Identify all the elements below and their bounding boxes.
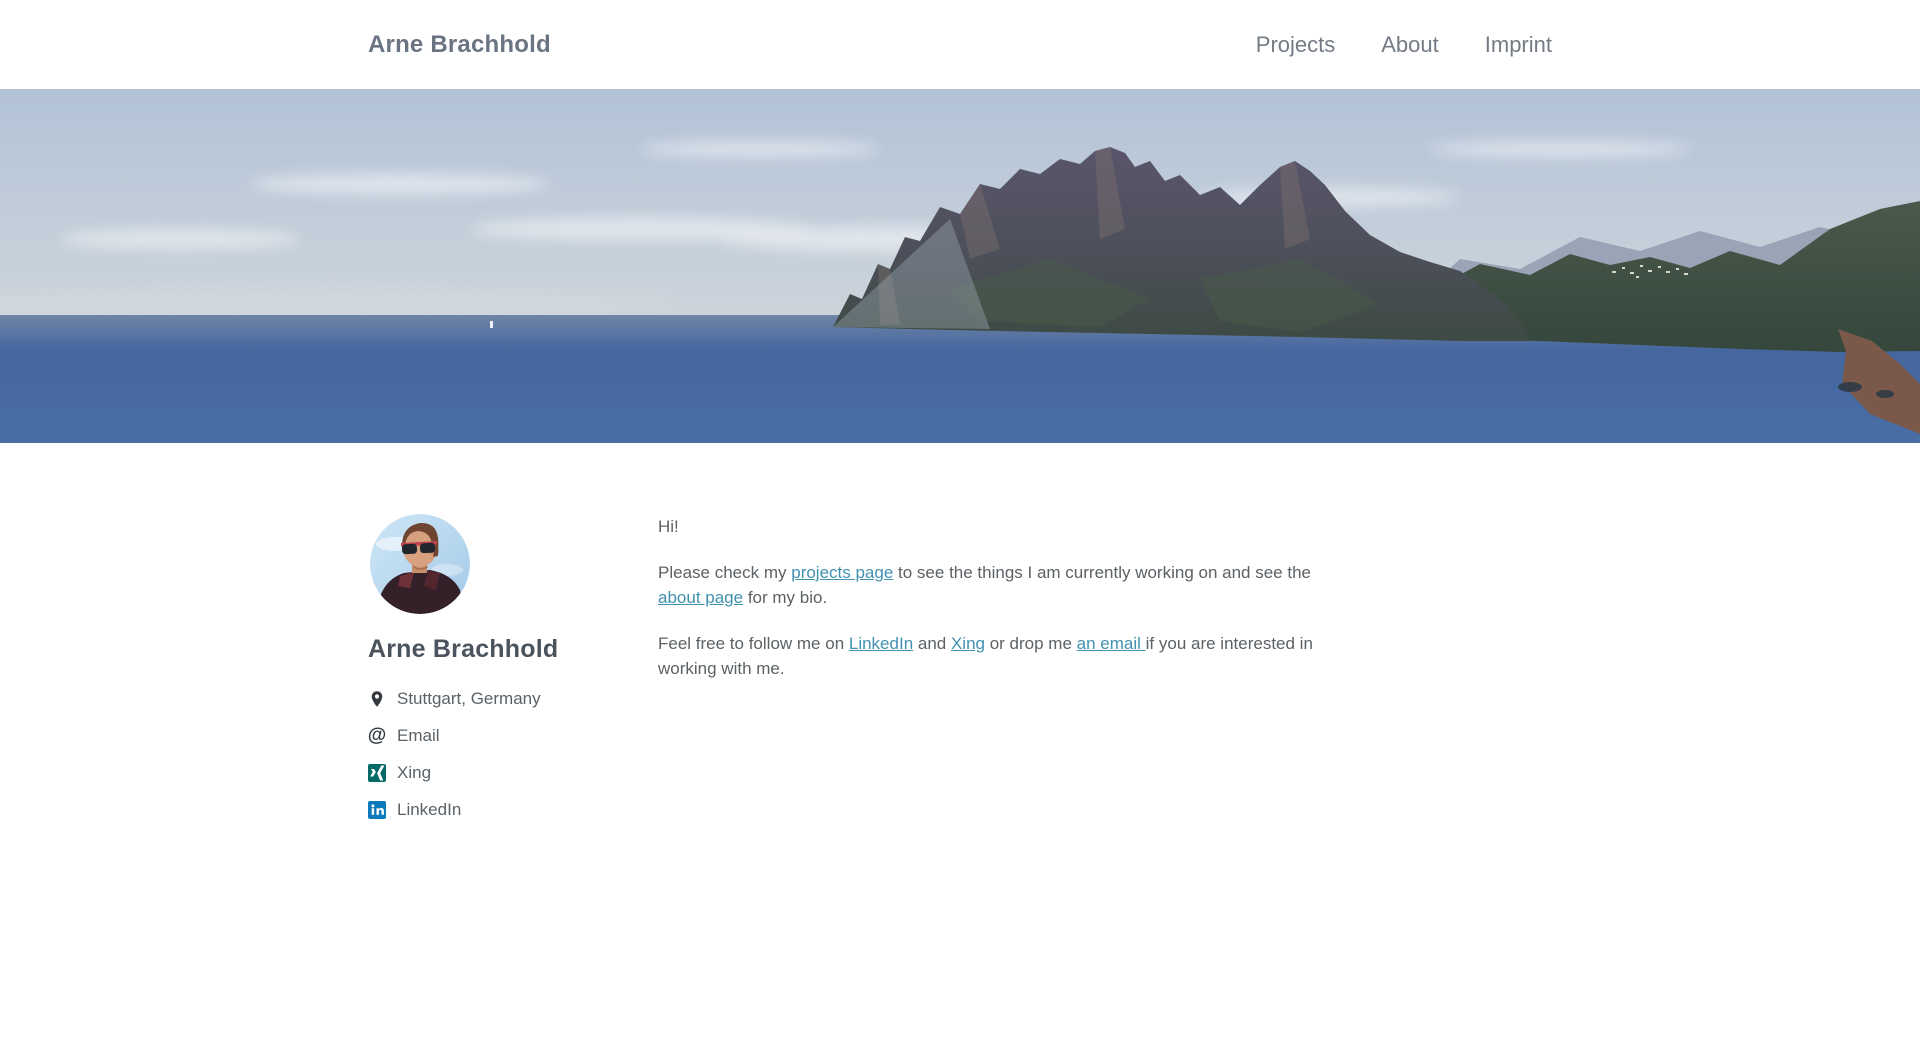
xing-label: Xing: [397, 763, 431, 783]
intro-paragraph: Please check my projects page to see the…: [658, 560, 1358, 610]
email-label: Email: [397, 726, 440, 746]
intro-text-1: Please check my: [658, 563, 791, 582]
at-icon: @: [368, 727, 386, 745]
site-header: Arne Brachhold Projects About Imprint: [0, 0, 1920, 89]
xing-link[interactable]: Xing: [368, 763, 658, 783]
xing-icon: [368, 764, 386, 782]
linkedin-label: LinkedIn: [397, 800, 461, 820]
profile-name: Arne Brachhold: [368, 635, 658, 664]
linkedin-link[interactable]: LinkedIn: [368, 800, 658, 820]
xing-text-link[interactable]: Xing: [951, 634, 985, 653]
profile-location: Stuttgart, Germany: [368, 689, 658, 709]
contact-list: Stuttgart, Germany @ Email: [368, 689, 658, 820]
intro-text-3: for my bio.: [743, 588, 827, 607]
linkedin-text-link[interactable]: LinkedIn: [849, 634, 913, 653]
avatar: [370, 514, 470, 614]
main-nav: Projects About Imprint: [1256, 32, 1552, 58]
email-link[interactable]: @ Email: [368, 726, 658, 746]
projects-page-link[interactable]: projects page: [791, 563, 893, 582]
map-pin-icon: [368, 690, 386, 708]
linkedin-icon: [368, 801, 386, 819]
contact-text-3: or drop me: [985, 634, 1077, 653]
contact-text-1: Feel free to follow me on: [658, 634, 849, 653]
contact-text-2: and: [913, 634, 951, 653]
email-text-link[interactable]: an email: [1077, 634, 1146, 653]
about-page-link[interactable]: about page: [658, 588, 743, 607]
profile-sidebar: Arne Brachhold Stuttgart, Germany @: [368, 514, 658, 837]
intro-text-2: to see the things I am currently working…: [893, 563, 1311, 582]
intro-text: Hi! Please check my projects page to see…: [658, 514, 1358, 837]
contact-paragraph: Feel free to follow me on LinkedIn and X…: [658, 631, 1358, 681]
hero-image: [0, 89, 1920, 443]
greeting: Hi!: [658, 514, 1358, 539]
location-label: Stuttgart, Germany: [397, 689, 541, 709]
nav-imprint[interactable]: Imprint: [1485, 32, 1552, 58]
site-title[interactable]: Arne Brachhold: [368, 31, 551, 59]
nav-projects[interactable]: Projects: [1256, 32, 1335, 58]
nav-about[interactable]: About: [1381, 32, 1439, 58]
